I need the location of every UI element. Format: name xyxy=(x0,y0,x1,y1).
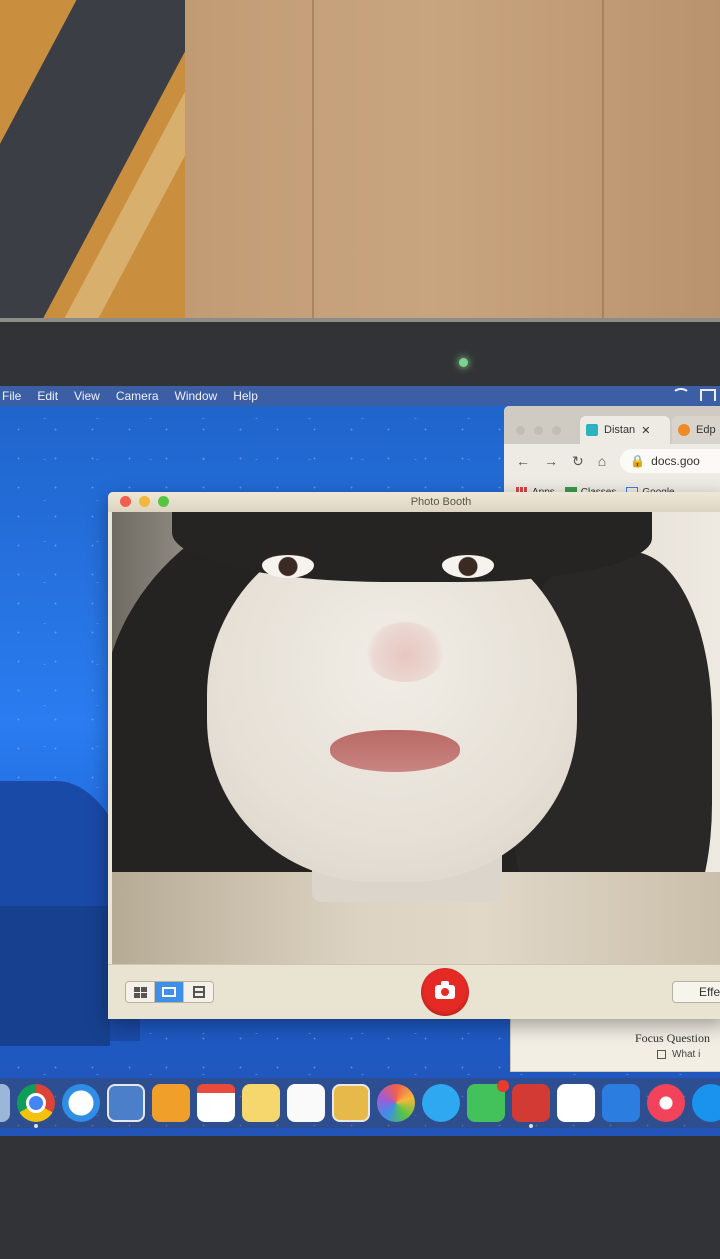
preview-eye xyxy=(262,552,314,578)
dock-finder[interactable] xyxy=(0,1084,10,1122)
minimize-icon[interactable] xyxy=(534,426,543,435)
menu-help[interactable]: Help xyxy=(225,389,266,403)
calendar-day: 20 xyxy=(209,1100,223,1114)
dock-photo-slideshow[interactable] xyxy=(332,1084,370,1122)
zoom-icon[interactable] xyxy=(552,426,561,435)
dock-safari[interactable] xyxy=(62,1084,100,1122)
wall-crease xyxy=(312,0,314,318)
preview-eye xyxy=(442,552,494,578)
menu-window[interactable]: Window xyxy=(167,389,226,403)
effects-button[interactable]: Effe xyxy=(672,981,720,1003)
photo-booth-titlebar[interactable]: Photo Booth xyxy=(108,492,720,512)
dock-notes[interactable] xyxy=(242,1084,280,1122)
dock-messages[interactable] xyxy=(422,1084,460,1122)
back-arrow-icon[interactable]: ← xyxy=(516,453,530,469)
forward-arrow-icon[interactable]: → xyxy=(544,453,558,469)
photo-booth-window: Photo Booth Effe xyxy=(108,492,720,1019)
tab-close-icon[interactable]: ✕ xyxy=(641,424,650,437)
tab-favicon-icon xyxy=(678,424,690,436)
dock: 20 xyxy=(0,1078,720,1128)
photo-mode-selector xyxy=(125,981,214,1003)
wall-crease xyxy=(602,0,604,318)
address-bar[interactable]: 🔒 docs.goo xyxy=(620,449,720,473)
preview-lips xyxy=(330,730,460,772)
dock-photo-booth[interactable] xyxy=(512,1084,550,1128)
dock-facetime[interactable] xyxy=(467,1080,509,1122)
browser-window: Distan ✕ Edp ← → ↻ ⌂ 🔒 docs.goo Apps Cla… xyxy=(504,406,720,506)
dock-music[interactable] xyxy=(647,1084,685,1122)
dock-calendar[interactable]: 20 xyxy=(197,1084,235,1122)
browser-tab[interactable]: Distan ✕ xyxy=(580,416,670,444)
dock-photos[interactable] xyxy=(377,1084,415,1122)
laptop-screen: File Edit View Camera Window Help Distan… xyxy=(0,386,720,1136)
camera-preview xyxy=(112,512,720,964)
menu-view[interactable]: View xyxy=(66,389,108,403)
preview-nose xyxy=(365,622,445,682)
document-line-text: What i xyxy=(672,1049,701,1060)
browser-tab-label: Edp xyxy=(696,424,716,436)
camera-icon xyxy=(435,981,455,999)
four-up-mode-button[interactable] xyxy=(126,982,155,1002)
laptop-lid-edge xyxy=(0,318,720,322)
home-icon[interactable]: ⌂ xyxy=(598,453,606,469)
browser-tab[interactable]: Edp xyxy=(672,416,720,444)
menu-extras xyxy=(672,388,716,402)
document-heading: Focus Question xyxy=(635,1031,710,1045)
video-mode-button[interactable] xyxy=(184,982,213,1002)
dock-pages[interactable] xyxy=(152,1084,190,1122)
menu-bar: File Edit View Camera Window Help xyxy=(0,386,720,406)
quilt-fabric xyxy=(0,0,185,318)
dock-keynote[interactable] xyxy=(602,1084,640,1122)
dock-app-store[interactable] xyxy=(692,1084,720,1122)
reload-icon[interactable]: ↻ xyxy=(572,453,584,470)
dock-numbers[interactable] xyxy=(557,1084,595,1122)
window-title: Photo Booth xyxy=(410,496,472,508)
running-indicator xyxy=(529,1124,533,1128)
menu-edit[interactable]: Edit xyxy=(29,389,66,403)
wallpaper-mountain xyxy=(0,906,110,1046)
take-photo-button[interactable] xyxy=(421,968,469,1016)
single-frame-icon xyxy=(162,987,176,997)
checkbox-icon[interactable] xyxy=(657,1050,666,1059)
grid-icon xyxy=(133,986,147,998)
running-indicator xyxy=(34,1124,38,1128)
address-bar-url: docs.goo xyxy=(651,454,700,468)
wifi-icon[interactable] xyxy=(672,388,690,402)
browser-toolbar: ← → ↻ ⌂ 🔒 docs.goo xyxy=(504,444,720,478)
photo-booth-toolbar: Effe xyxy=(108,964,720,1019)
menu-camera[interactable]: Camera xyxy=(108,389,167,403)
lock-icon: 🔒 xyxy=(630,454,646,468)
document-checklist-item[interactable]: What i xyxy=(657,1049,700,1060)
dock-chrome[interactable] xyxy=(17,1084,55,1128)
close-icon[interactable] xyxy=(516,426,525,435)
dock-reminders[interactable] xyxy=(287,1084,325,1122)
film-strip-icon xyxy=(192,986,205,998)
tab-favicon-icon xyxy=(586,424,598,436)
dock-preview[interactable] xyxy=(107,1084,145,1122)
single-photo-mode-button[interactable] xyxy=(155,982,184,1002)
browser-tab-label: Distan xyxy=(604,424,636,436)
webcam-indicator-light xyxy=(459,358,468,367)
airplay-icon[interactable] xyxy=(700,389,716,401)
menu-file[interactable]: File xyxy=(0,389,29,403)
